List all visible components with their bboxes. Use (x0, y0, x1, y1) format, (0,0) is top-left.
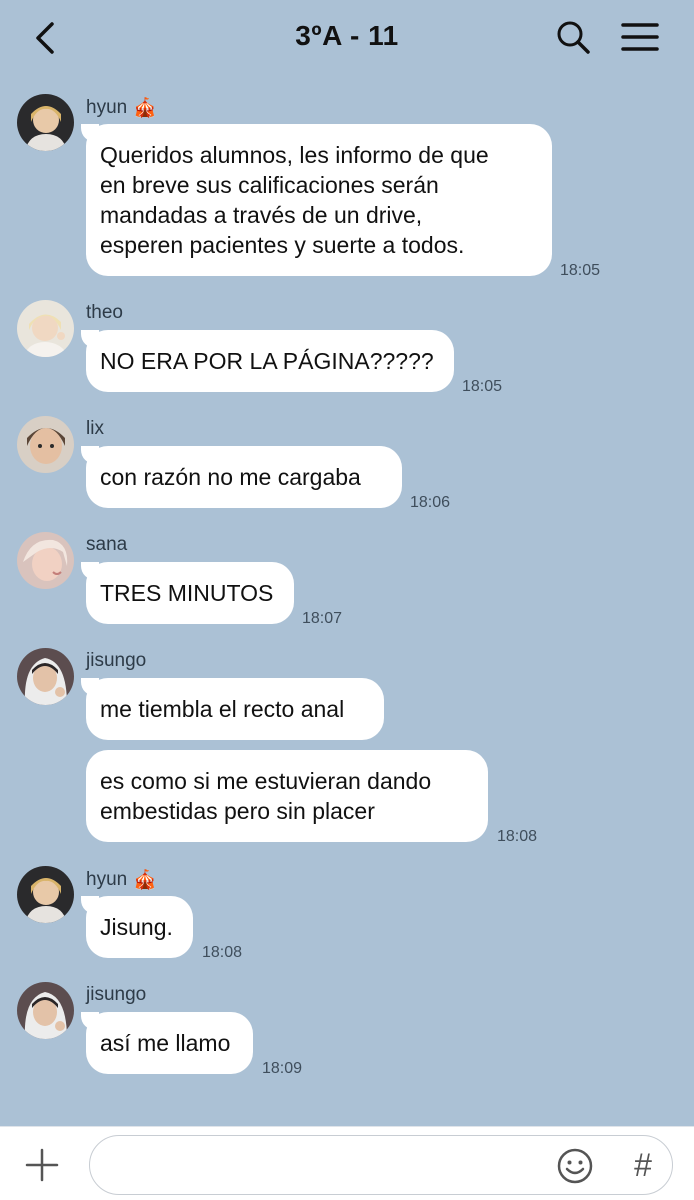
message-time: 18:07 (302, 610, 343, 627)
message-bubble[interactable]: Queridos alumnos, les informo de que en … (81, 124, 552, 276)
message-time: 18:08 (497, 828, 538, 845)
message-time: 18:08 (202, 944, 243, 961)
message-bubble[interactable]: TRES MINUTOS (81, 562, 294, 624)
message-input-wrapper: # (89, 1135, 673, 1195)
hamburger-menu-icon[interactable] (620, 20, 660, 54)
sender-label: lix (86, 418, 104, 439)
sender-label: jisungo (86, 984, 147, 1005)
avatar[interactable] (17, 94, 74, 151)
avatar[interactable] (17, 648, 74, 705)
message-bubble[interactable]: NO ERA POR LA PÁGINA????? (81, 330, 454, 392)
sender-name: jisungo (86, 650, 146, 672)
tent-badge-icon: 🎪 (133, 870, 157, 891)
avatar[interactable] (17, 416, 74, 473)
message-bubble[interactable]: es como si me estuvieran dando embestida… (86, 750, 488, 842)
sender-label: hyun (86, 97, 128, 118)
search-icon[interactable] (554, 18, 592, 56)
avatar[interactable] (17, 300, 74, 357)
sender-label: jisungo (86, 650, 147, 671)
message-time: 18:06 (410, 494, 451, 511)
sender-name: jisungo (86, 984, 146, 1006)
chat-header: 3ºA - 11 (0, 0, 694, 80)
avatar[interactable] (17, 532, 74, 589)
sender-name: lix (86, 418, 104, 440)
message-time: 18:05 (560, 262, 601, 279)
sender-name: theo (86, 302, 123, 324)
sender-name: sana (86, 534, 127, 556)
message-time: 18:09 (262, 1060, 303, 1077)
message-bubble[interactable]: así me llamo (81, 1012, 253, 1074)
hashtag-button[interactable]: # (626, 1146, 660, 1184)
message-list: hyun 🎪 Queridos alumnos, les informo de … (0, 80, 694, 1126)
tent-badge-icon: 🎪 (133, 98, 157, 119)
message-bubble[interactable]: con razón no me cargaba (81, 446, 402, 508)
message-bubble[interactable]: me tiembla el recto anal (81, 678, 384, 740)
sender-name: hyun 🎪 (86, 868, 157, 892)
message-time: 18:05 (462, 378, 503, 395)
sender-label: theo (86, 302, 123, 323)
avatar[interactable] (17, 982, 74, 1039)
emoji-icon[interactable] (556, 1147, 594, 1185)
plus-icon[interactable] (24, 1147, 60, 1183)
sender-name: hyun 🎪 (86, 96, 157, 120)
composer-bar: # (0, 1126, 694, 1200)
sender-label: hyun (86, 869, 128, 890)
message-input[interactable] (110, 1148, 550, 1182)
sender-label: sana (86, 534, 128, 555)
message-bubble[interactable]: Jisung. (81, 896, 193, 958)
avatar[interactable] (17, 866, 74, 923)
